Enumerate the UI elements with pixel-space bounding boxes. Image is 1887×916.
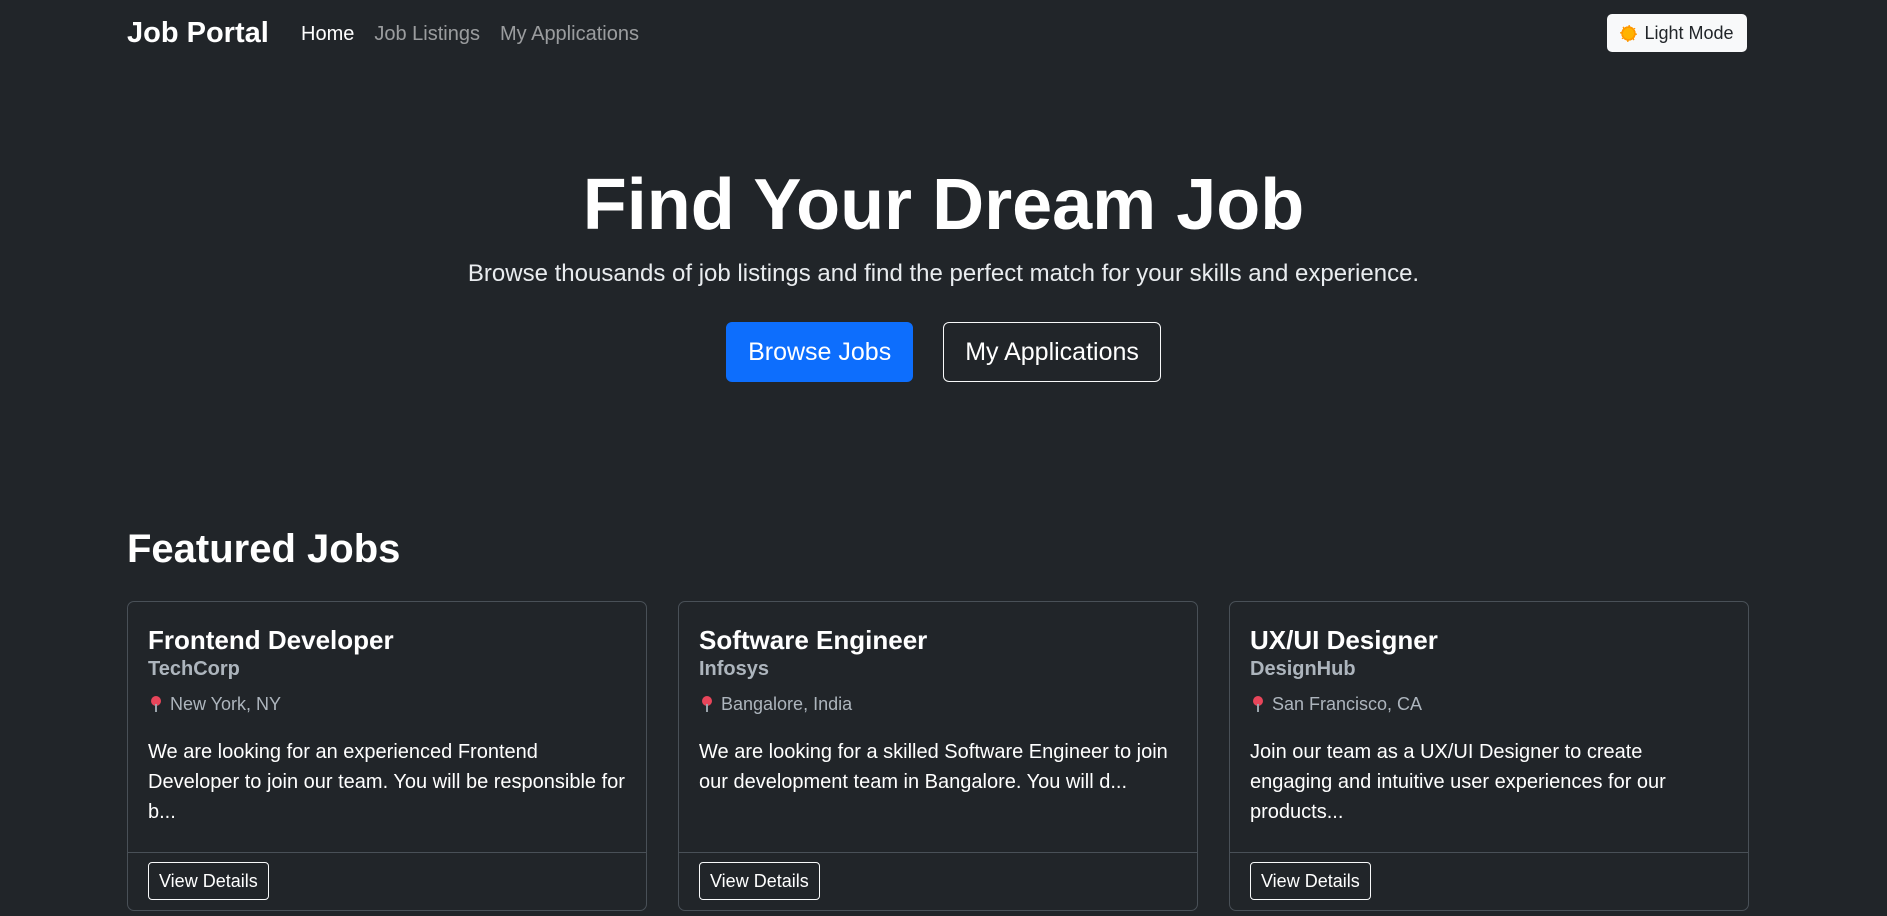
job-card: Frontend Developer TechCorp New York, NY… — [127, 601, 647, 911]
nav-link-job-listings[interactable]: Job Listings — [374, 20, 480, 48]
job-company: Infosys — [699, 658, 770, 680]
job-title: UX/UI Designer — [1250, 625, 1438, 655]
nav-link-home[interactable]: Home — [301, 20, 354, 48]
job-card-footer: View Details — [679, 852, 1197, 910]
view-details-button[interactable]: View Details — [1250, 862, 1371, 900]
job-card-footer: View Details — [1230, 852, 1748, 910]
view-details-button[interactable]: View Details — [148, 862, 269, 900]
nav-link-my-applications[interactable]: My Applications — [500, 20, 639, 48]
job-card: UX/UI Designer DesignHub San Francisco, … — [1229, 601, 1749, 911]
brand-logo[interactable]: Job Portal — [127, 14, 269, 52]
job-location: Bangalore, India — [699, 692, 1177, 716]
featured-jobs-title: Featured Jobs — [127, 527, 401, 571]
pin-icon — [150, 695, 162, 713]
job-location-text: San Francisco, CA — [1272, 694, 1423, 714]
job-description: Join our team as a UX/UI Designer to cre… — [1250, 741, 1666, 823]
job-title: Frontend Developer — [148, 625, 394, 655]
nav-links: Home Job Listings My Applications — [301, 20, 639, 48]
job-description: We are looking for an experienced Fronte… — [148, 741, 625, 823]
theme-toggle-button[interactable]: Light Mode — [1607, 14, 1747, 52]
navbar: Job Portal Home Job Listings My Applicat… — [0, 0, 1887, 68]
job-location-text: New York, NY — [170, 694, 282, 714]
theme-toggle-label: Light Mode — [1644, 22, 1734, 43]
job-company: DesignHub — [1250, 658, 1356, 680]
job-title: Software Engineer — [699, 625, 928, 655]
view-details-button[interactable]: View Details — [699, 862, 820, 900]
my-applications-button[interactable]: My Applications — [943, 322, 1161, 382]
hero-section: Find Your Dream Job Browse thousands of … — [0, 160, 1887, 382]
pin-icon — [701, 695, 713, 713]
job-location-text: Bangalore, India — [721, 694, 853, 714]
hero-title: Find Your Dream Job — [582, 165, 1305, 245]
job-location: San Francisco, CA — [1250, 692, 1728, 716]
featured-jobs-list: Frontend Developer TechCorp New York, NY… — [127, 601, 1749, 911]
sun-icon — [1620, 24, 1638, 42]
pin-icon — [1252, 695, 1264, 713]
job-location: New York, NY — [148, 692, 626, 716]
job-description: We are looking for a skilled Software En… — [699, 741, 1168, 793]
hero-actions: Browse Jobs My Applications — [0, 322, 1887, 382]
browse-jobs-button[interactable]: Browse Jobs — [726, 322, 914, 382]
job-card: Software Engineer Infosys Bangalore, Ind… — [678, 601, 1198, 911]
hero-lead: Browse thousands of job listings and fin… — [467, 260, 1420, 287]
job-card-footer: View Details — [128, 852, 646, 910]
job-company: TechCorp — [148, 658, 240, 680]
